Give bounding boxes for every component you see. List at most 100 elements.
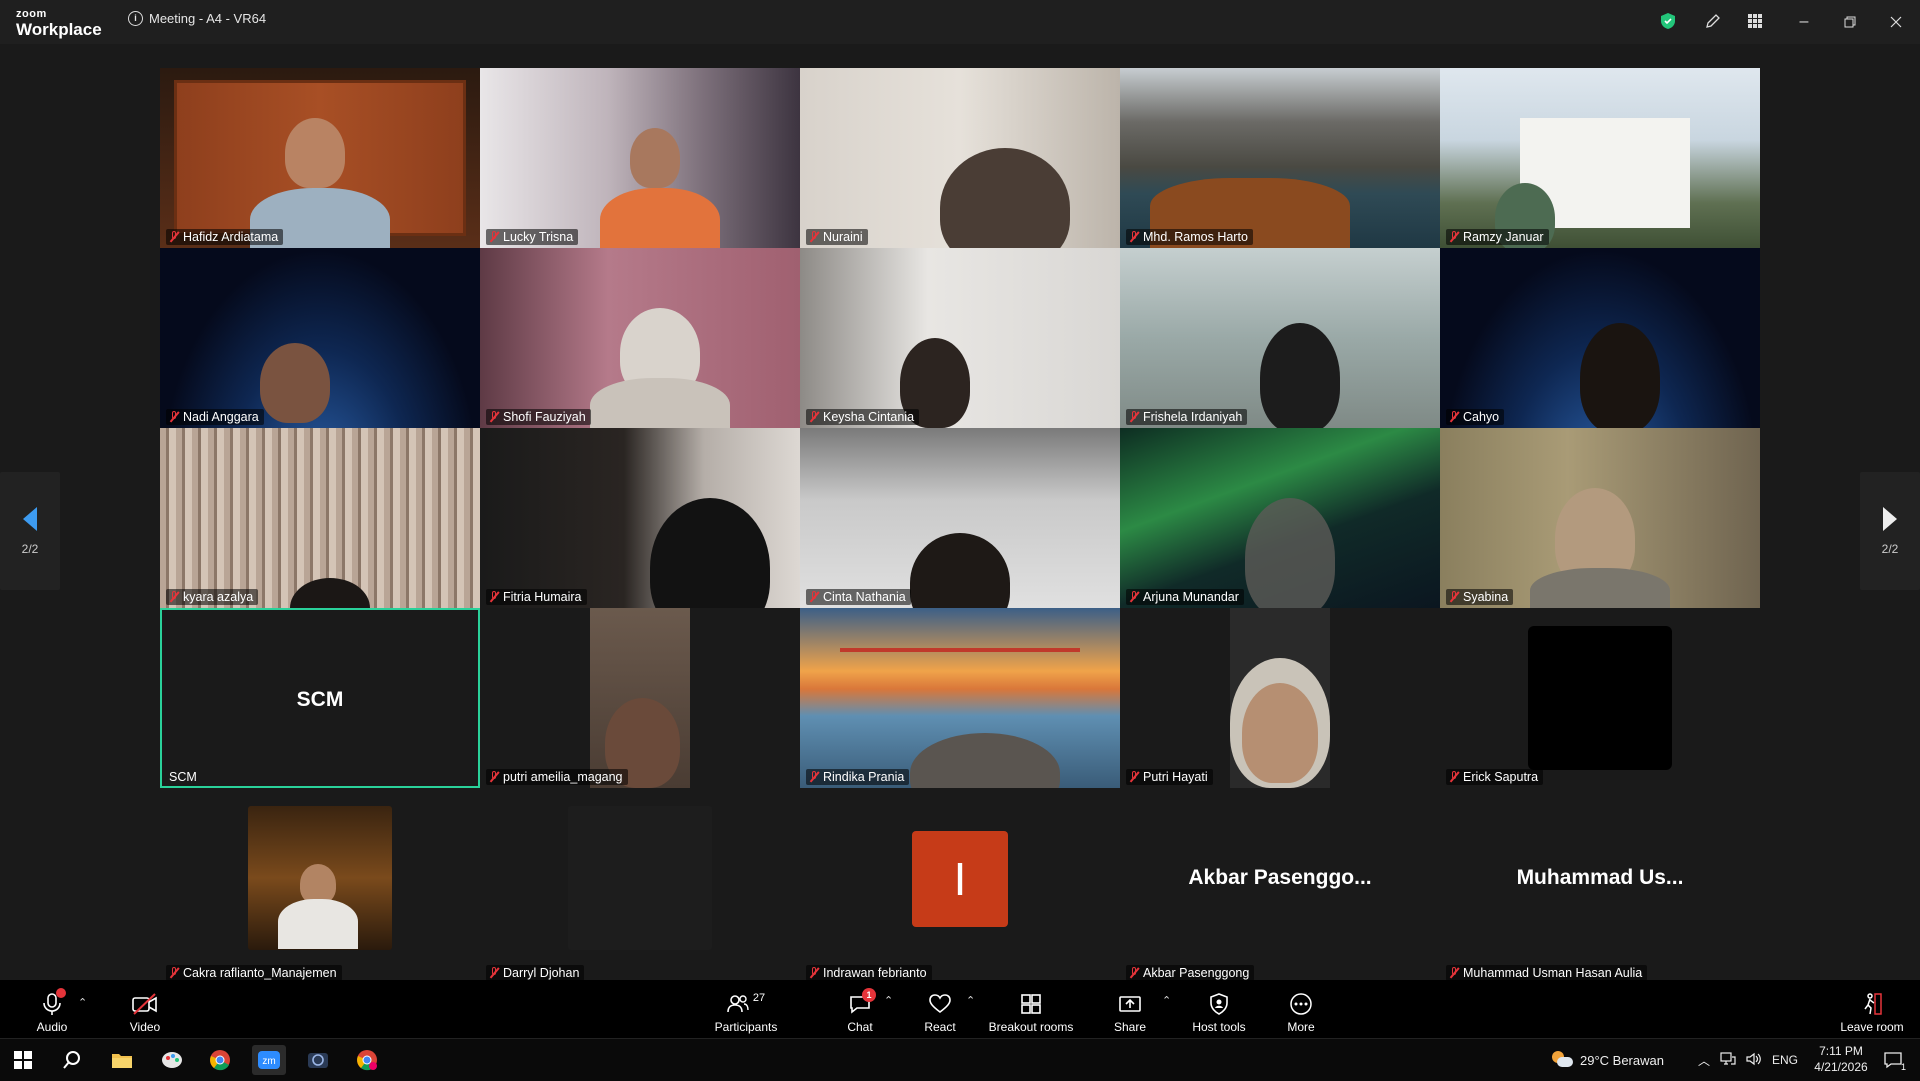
participants-button[interactable]: 27 Participants bbox=[712, 986, 780, 1034]
video-tile[interactable]: Syabina bbox=[1440, 428, 1760, 608]
mic-muted-icon bbox=[1449, 771, 1459, 783]
video-tile[interactable]: Ramzy Januar bbox=[1440, 68, 1760, 248]
video-tile[interactable]: Nadi Anggara bbox=[160, 248, 480, 428]
audio-button[interactable]: Audio bbox=[32, 986, 72, 1034]
zoom-app-icon[interactable]: zm bbox=[252, 1045, 286, 1075]
participant-display-name: Muhammad Us... bbox=[1516, 866, 1684, 889]
mic-muted-icon bbox=[1129, 411, 1139, 423]
clock[interactable]: 7:11 PM 4/21/2026 bbox=[1806, 1039, 1876, 1081]
close-icon[interactable] bbox=[1884, 12, 1908, 32]
video-tile[interactable]: Putri Hayati bbox=[1120, 608, 1440, 788]
participant-name-tag: Cakra raflianto_Manajemen bbox=[166, 965, 342, 981]
mic-muted-icon bbox=[1449, 591, 1459, 603]
host-tools-shield-icon bbox=[1203, 990, 1235, 1018]
video-button[interactable]: Video bbox=[125, 986, 165, 1034]
participant-name-tag: Fitria Humaira bbox=[486, 589, 587, 605]
windows-start-icon[interactable] bbox=[6, 1045, 40, 1075]
more-icon bbox=[1285, 990, 1317, 1018]
video-off-icon bbox=[129, 990, 161, 1018]
participant-name-tag: Cinta Nathania bbox=[806, 589, 911, 605]
active-speaker-tile[interactable]: SCM SCM bbox=[160, 608, 480, 788]
video-tile[interactable]: Darryl Djohan bbox=[480, 804, 800, 984]
shield-check-icon[interactable] bbox=[1657, 10, 1679, 32]
more-label: More bbox=[1287, 1020, 1315, 1034]
video-tile[interactable]: Cinta Nathania bbox=[800, 428, 1120, 608]
mic-muted-icon bbox=[169, 231, 179, 243]
video-tile[interactable]: putri ameilia_magang bbox=[480, 608, 800, 788]
chat-options-chevron-icon[interactable]: ⌃ bbox=[884, 994, 893, 1007]
microphone-icon bbox=[36, 988, 68, 1018]
mic-muted-icon bbox=[809, 411, 819, 423]
video-tile[interactable]: Muhammad Us... Muhammad Usman Hasan Auli… bbox=[1440, 804, 1760, 984]
video-tile[interactable]: Rindika Prania bbox=[800, 608, 1120, 788]
video-stage: 2/2 2/2 Hafidz Ardiatama Lucky Trisna Nu… bbox=[0, 44, 1920, 984]
heart-icon bbox=[924, 990, 956, 1018]
restore-icon[interactable] bbox=[1838, 12, 1862, 32]
react-button[interactable]: React bbox=[920, 986, 960, 1034]
volume-icon[interactable] bbox=[1746, 1052, 1762, 1069]
mic-muted-icon bbox=[489, 771, 499, 783]
host-tools-button[interactable]: Host tools bbox=[1190, 986, 1248, 1034]
video-tile[interactable]: Mhd. Ramos Harto bbox=[1120, 68, 1440, 248]
participant-name-tag: Cahyo bbox=[1446, 409, 1505, 425]
share-screen-icon bbox=[1114, 990, 1146, 1018]
language-indicator[interactable]: ENG bbox=[1772, 1053, 1798, 1067]
video-tile[interactable]: Cahyo bbox=[1440, 248, 1760, 428]
next-page-button[interactable]: 2/2 bbox=[1860, 472, 1920, 590]
clock-date: 4/21/2026 bbox=[1814, 1060, 1868, 1074]
leave-room-icon bbox=[1856, 990, 1888, 1018]
notification-center-icon[interactable]: 1 bbox=[1876, 1045, 1910, 1075]
network-icon[interactable] bbox=[1720, 1051, 1736, 1069]
video-tile[interactable]: kyara azalya bbox=[160, 428, 480, 608]
audio-options-chevron-icon[interactable]: ⌃ bbox=[78, 996, 87, 1009]
mic-muted-icon bbox=[809, 771, 819, 783]
video-tile[interactable]: Erick Saputra bbox=[1440, 608, 1760, 788]
meeting-toolbar: Audio ⌃ Video 27 Participants 1 Chat ⌃ R… bbox=[0, 980, 1920, 1038]
video-tile[interactable]: Keysha Cintania bbox=[800, 248, 1120, 428]
video-tile[interactable]: Fitria Humaira bbox=[480, 428, 800, 608]
meeting-info[interactable]: i Meeting - A4 - VR64 bbox=[128, 11, 266, 26]
minimize-icon[interactable]: – bbox=[1792, 12, 1816, 32]
video-tile[interactable]: Shofi Fauziyah bbox=[480, 248, 800, 428]
participants-count: 27 bbox=[752, 992, 766, 1004]
participant-name-tag: Nadi Anggara bbox=[166, 409, 264, 425]
share-options-chevron-icon[interactable]: ⌃ bbox=[1162, 994, 1171, 1007]
video-tile[interactable]: Frishela Irdaniyah bbox=[1120, 248, 1440, 428]
show-hidden-icons-chevron-icon[interactable]: ︿ bbox=[1698, 1052, 1710, 1069]
weather-widget[interactable]: 29°C Berawan bbox=[1552, 1039, 1664, 1081]
participant-display-name: Akbar Pasenggo... bbox=[1188, 866, 1372, 889]
video-tile[interactable]: Nuraini bbox=[800, 68, 1120, 248]
video-label: Video bbox=[129, 1020, 161, 1034]
chrome-profile-icon[interactable] bbox=[350, 1045, 384, 1075]
pencil-icon[interactable] bbox=[1702, 10, 1724, 32]
info-icon[interactable]: i bbox=[128, 11, 143, 26]
mic-muted-icon bbox=[809, 231, 819, 243]
prev-page-button[interactable]: 2/2 bbox=[0, 472, 60, 590]
mic-muted-icon bbox=[1129, 231, 1139, 243]
video-tile[interactable]: I Indrawan febrianto bbox=[800, 804, 1120, 984]
more-button[interactable]: More bbox=[1281, 986, 1321, 1034]
participant-name-tag: Nuraini bbox=[806, 229, 868, 245]
video-tile[interactable]: Lucky Trisna bbox=[480, 68, 800, 248]
chrome-icon[interactable] bbox=[203, 1045, 237, 1075]
search-icon[interactable] bbox=[55, 1045, 89, 1075]
video-tile[interactable]: Cakra raflianto_Manajemen bbox=[160, 804, 480, 984]
participant-name-tag: Putri Hayati bbox=[1126, 769, 1213, 785]
mic-muted-icon bbox=[809, 591, 819, 603]
system-tray: ︿ ENG bbox=[1698, 1039, 1798, 1081]
share-button[interactable]: Share bbox=[1110, 986, 1150, 1034]
leave-room-label: Leave room bbox=[1840, 1020, 1904, 1034]
chat-button[interactable]: 1 Chat bbox=[840, 986, 880, 1034]
apps-grid-icon[interactable] bbox=[1744, 10, 1766, 32]
breakout-rooms-button[interactable]: Breakout rooms bbox=[985, 986, 1077, 1034]
camera-app-icon[interactable] bbox=[301, 1045, 335, 1075]
video-tile[interactable]: Akbar Pasenggo... Akbar Pasenggong bbox=[1120, 804, 1440, 984]
paint-app-icon[interactable] bbox=[155, 1045, 189, 1075]
leave-room-button[interactable]: Leave room bbox=[1838, 986, 1906, 1034]
video-tile[interactable]: Arjuna Munandar bbox=[1120, 428, 1440, 608]
file-explorer-icon[interactable] bbox=[105, 1045, 139, 1075]
video-tile[interactable]: Hafidz Ardiatama bbox=[160, 68, 480, 248]
chat-label: Chat bbox=[847, 1020, 873, 1034]
mic-muted-icon bbox=[1449, 967, 1459, 979]
react-options-chevron-icon[interactable]: ⌃ bbox=[966, 994, 975, 1007]
